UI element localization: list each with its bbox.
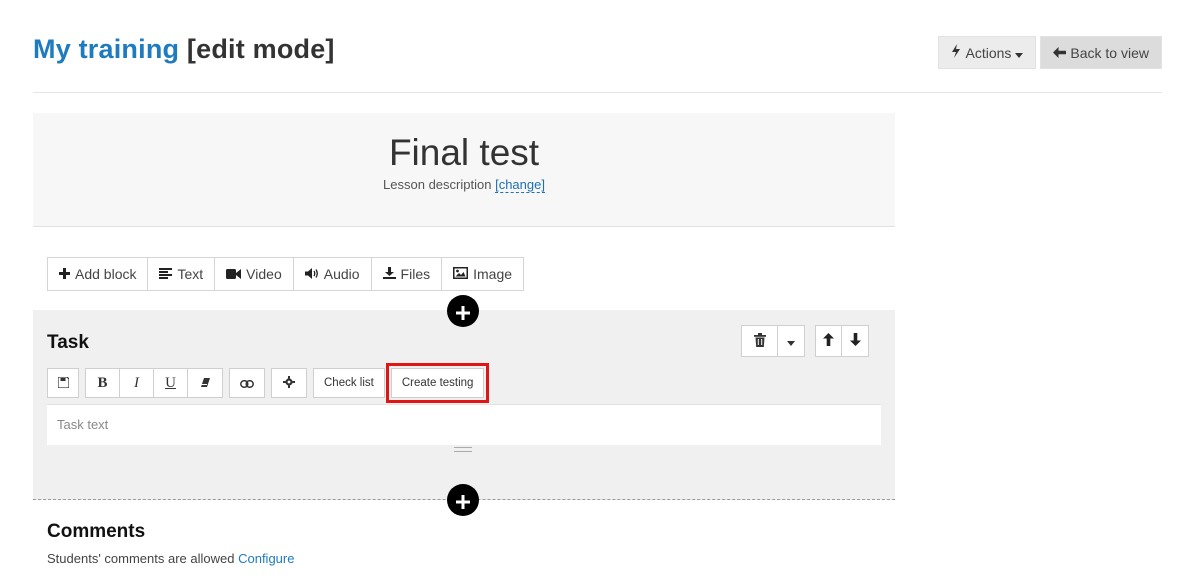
download-icon [382, 266, 396, 282]
edit-mode-label: [edit mode] [186, 34, 335, 64]
volume-icon [304, 267, 319, 282]
create-testing-button[interactable]: Create testing [392, 369, 484, 397]
add-video-button[interactable]: Video [215, 258, 294, 290]
italic-button[interactable]: I [120, 369, 154, 397]
header-actions: Actions Back to view [938, 36, 1162, 69]
arrow-down-icon [849, 333, 861, 349]
link-icon [240, 376, 254, 391]
check-list-button[interactable]: Check list [314, 369, 384, 397]
lesson-header: Final test Lesson description [change] [33, 113, 895, 227]
text-lines-icon [159, 267, 173, 282]
change-close-bracket: ] [541, 177, 545, 192]
lesson-description-label: Lesson description [383, 177, 492, 192]
link-group [229, 368, 265, 398]
move-control-group [815, 325, 869, 357]
move-down-button[interactable] [842, 326, 868, 356]
eraser-icon [200, 376, 211, 391]
delete-block-button[interactable] [742, 326, 778, 356]
add-files-button[interactable]: Files [372, 258, 443, 290]
add-files-label: Files [400, 266, 431, 282]
lightning-icon [951, 44, 961, 61]
bold-icon: B [97, 374, 108, 391]
configure-comments-link[interactable]: Configure [238, 551, 294, 566]
trash-icon [753, 332, 766, 350]
create-testing-group: Create testing [385, 363, 490, 403]
move-up-button[interactable] [816, 326, 842, 356]
delete-control-group [741, 325, 805, 357]
add-text-button[interactable]: Text [148, 258, 216, 290]
comments-title: Comments [47, 521, 146, 542]
add-video-label: Video [246, 266, 282, 282]
breadcrumb-my-training-link[interactable]: My training [33, 34, 179, 64]
comments-status: Students' comments are allowed Configure [47, 551, 294, 566]
arrow-left-icon [1053, 45, 1067, 61]
editor-toolbar: B I U Check list Create testing [47, 363, 490, 403]
back-to-view-button[interactable]: Back to view [1040, 36, 1162, 69]
save-button[interactable] [48, 369, 78, 397]
insert-link-button[interactable] [230, 369, 264, 397]
change-description-link[interactable]: [change] [495, 177, 545, 193]
settings-button[interactable] [272, 369, 306, 397]
arrow-up-icon [823, 333, 834, 349]
underline-button[interactable]: U [154, 369, 188, 397]
change-label: change [498, 177, 542, 192]
actions-dropdown-button[interactable]: Actions [938, 36, 1037, 69]
task-title: Task [47, 332, 89, 353]
lesson-description: Lesson description [change] [33, 177, 895, 193]
underline-icon: U [165, 374, 176, 391]
plus-icon [59, 267, 70, 282]
add-block-label: Add block [75, 266, 137, 282]
add-audio-button[interactable]: Audio [294, 258, 372, 290]
plus-icon [456, 487, 470, 513]
caret-down-icon [1015, 45, 1024, 61]
insert-block-below-button[interactable] [447, 484, 479, 516]
picture-icon [453, 266, 469, 282]
insert-block-above-button[interactable] [447, 295, 479, 327]
actions-label: Actions [965, 44, 1012, 61]
delete-options-dropdown[interactable] [778, 326, 804, 356]
bold-button[interactable]: B [86, 369, 120, 397]
format-group: B I U [85, 368, 223, 398]
lesson-title: Final test [388, 132, 540, 173]
save-group [47, 368, 79, 398]
check-list-group: Check list [313, 368, 385, 398]
add-audio-label: Audio [323, 266, 360, 282]
gear-icon [283, 375, 295, 391]
floppy-disk-icon [56, 375, 70, 391]
settings-group [271, 368, 307, 398]
italic-icon: I [134, 374, 139, 391]
add-image-label: Image [473, 266, 513, 282]
resize-handle[interactable] [454, 447, 472, 452]
plus-icon [456, 298, 470, 324]
page-title: My training [edit mode] [33, 34, 335, 65]
caret-down-icon [787, 333, 795, 349]
video-camera-icon [226, 267, 242, 282]
back-to-view-label: Back to view [1070, 44, 1149, 61]
add-block-button[interactable]: Add block [48, 258, 149, 290]
add-block-toolbar: Add block Text Video Audio Files Image [47, 257, 525, 291]
add-image-button[interactable]: Image [442, 258, 523, 290]
comments-status-text: Students' comments are allowed [47, 551, 235, 566]
add-text-label: Text [177, 266, 204, 282]
task-block: Task B I U Check list Create testing Tas… [33, 310, 895, 500]
clear-format-button[interactable] [188, 369, 222, 397]
task-text-input[interactable]: Task text [47, 404, 881, 445]
header-divider [33, 92, 1162, 93]
